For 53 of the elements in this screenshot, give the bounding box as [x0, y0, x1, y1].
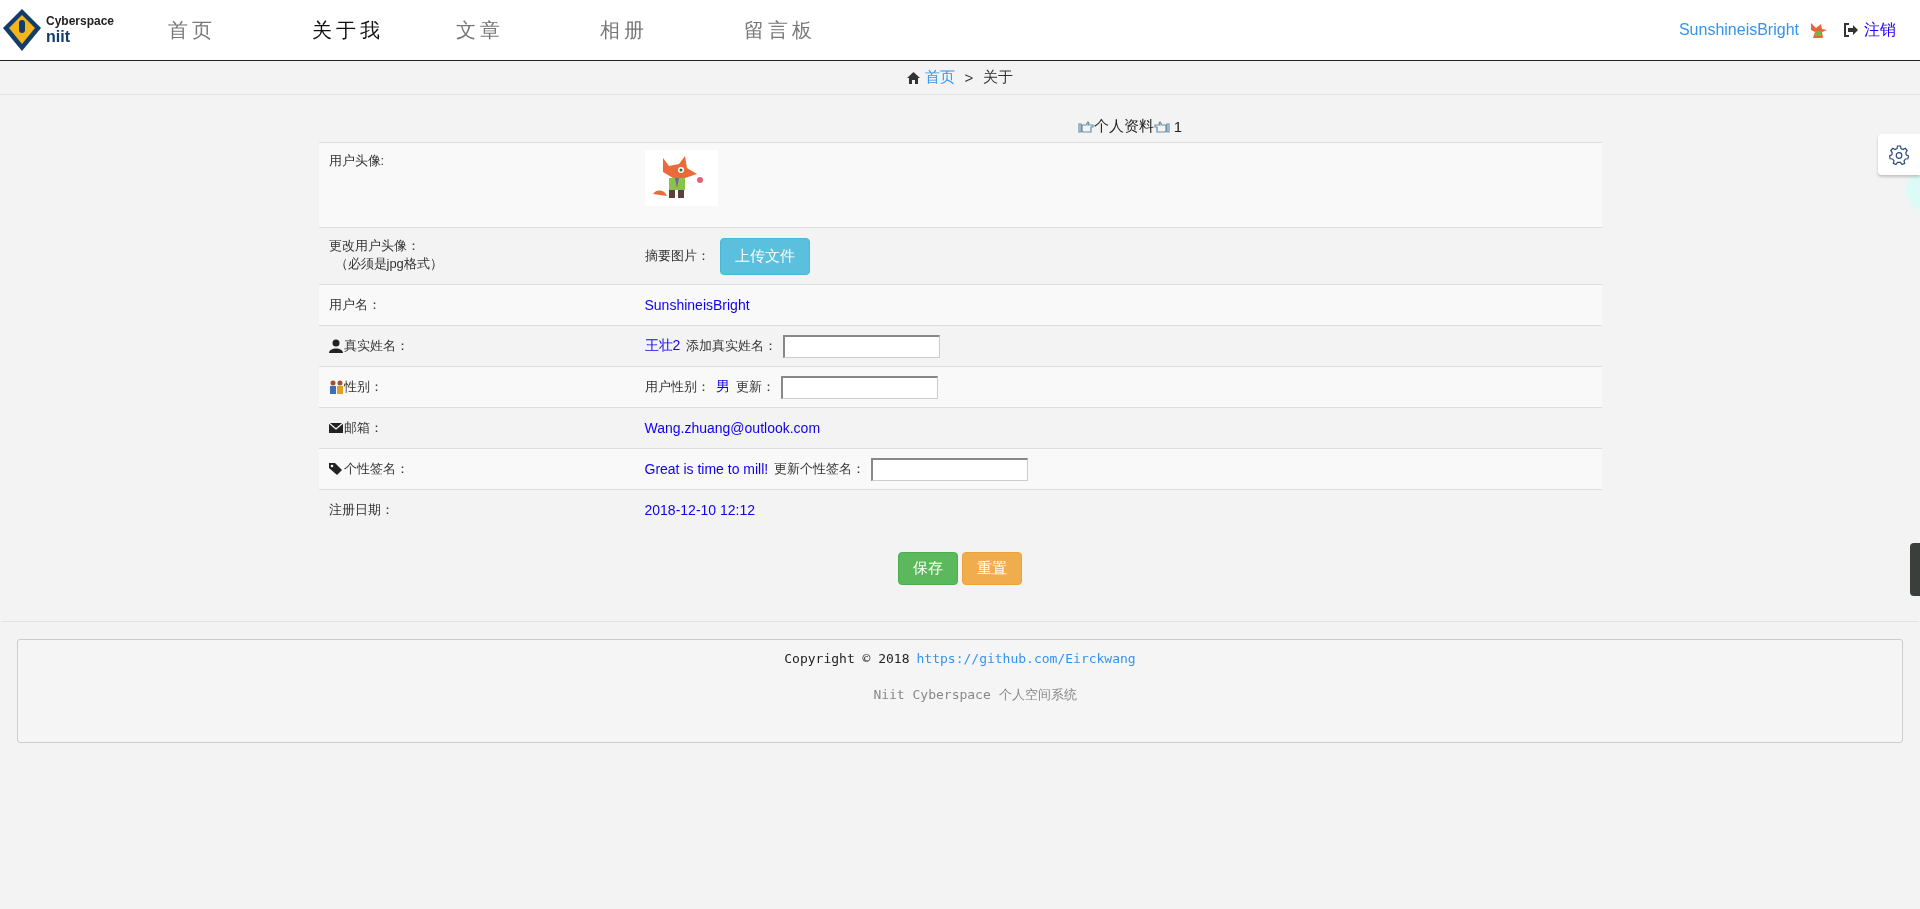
- nav-link[interactable]: 相册: [600, 16, 744, 44]
- logo-text: niit: [46, 28, 71, 46]
- logo-text: Cyberspace: [46, 14, 115, 28]
- field-value: Great is time to mill!: [644, 461, 769, 477]
- settings-icon: [1889, 144, 1909, 165]
- field-label: 用户性别：: [644, 378, 710, 396]
- field-label: 注册日期：: [328, 501, 394, 519]
- settings-button[interactable]: [1878, 134, 1920, 175]
- field-label: 用户头像:: [328, 152, 385, 170]
- field-label: 更新个性签名：: [774, 460, 866, 478]
- breadcrumb-link[interactable]: 首页: [906, 68, 955, 87]
- footer-tagline: Niit Cyberspace 个人空间系统: [872, 686, 1078, 704]
- field-label: 个性签名：: [343, 460, 409, 478]
- person-icon: [328, 339, 343, 353]
- field-label: 真实姓名：: [343, 337, 409, 355]
- text-input[interactable]: [783, 334, 941, 358]
- save-button[interactable]: 保存: [898, 552, 958, 585]
- field-label: 更改用户头像：: [328, 237, 420, 255]
- text-input[interactable]: [780, 375, 938, 399]
- username-link[interactable]: SunshineisBright: [1678, 21, 1799, 39]
- nav-link[interactable]: 文章: [456, 16, 600, 44]
- field-value: Wang.zhuang@outlook.com: [644, 420, 821, 436]
- field-label: 用户名：: [328, 296, 381, 314]
- two-people-icon: [328, 380, 343, 394]
- copyright-text: Copyright © 2018: [784, 651, 910, 666]
- side-panel-handle[interactable]: [1910, 543, 1920, 596]
- field-value: 2018-12-10 12:12: [644, 502, 756, 518]
- breadcrumb-current: 关于: [983, 68, 1014, 87]
- nav-link[interactable]: 首页: [168, 16, 312, 44]
- envelope-icon: [328, 421, 343, 435]
- field-value: 王壮2: [644, 337, 681, 355]
- field-value: SunshineisBright: [644, 297, 750, 313]
- nav-link[interactable]: 关于我: [312, 16, 456, 44]
- pointing-hand-icon: [1077, 120, 1094, 133]
- tags-icon: [328, 462, 343, 476]
- github-link[interactable]: https://github.com/Eirckwang: [916, 651, 1136, 666]
- logout-link[interactable]: 注销: [1843, 19, 1896, 41]
- section-count: 1: [1173, 118, 1183, 135]
- home-icon: [906, 71, 920, 84]
- field-label: 摘要图片：: [644, 247, 710, 265]
- pointing-hand-icon: [1153, 120, 1170, 133]
- section-title: 个人资料: [1093, 117, 1154, 136]
- field-label: 添加真实姓名：: [686, 337, 778, 355]
- field-label: 性别：: [343, 378, 383, 396]
- field-note: （必须是jpg格式）: [334, 255, 444, 273]
- field-value: 男: [715, 378, 730, 396]
- breadcrumb-separator: >: [964, 69, 974, 86]
- field-label: 更新：: [735, 378, 775, 396]
- field-label: 邮箱：: [343, 419, 383, 437]
- nav-link[interactable]: 留言板: [744, 16, 888, 44]
- text-input[interactable]: [871, 457, 1029, 481]
- shield-logo-icon: [2, 8, 42, 52]
- sign-out-icon: [1843, 23, 1859, 37]
